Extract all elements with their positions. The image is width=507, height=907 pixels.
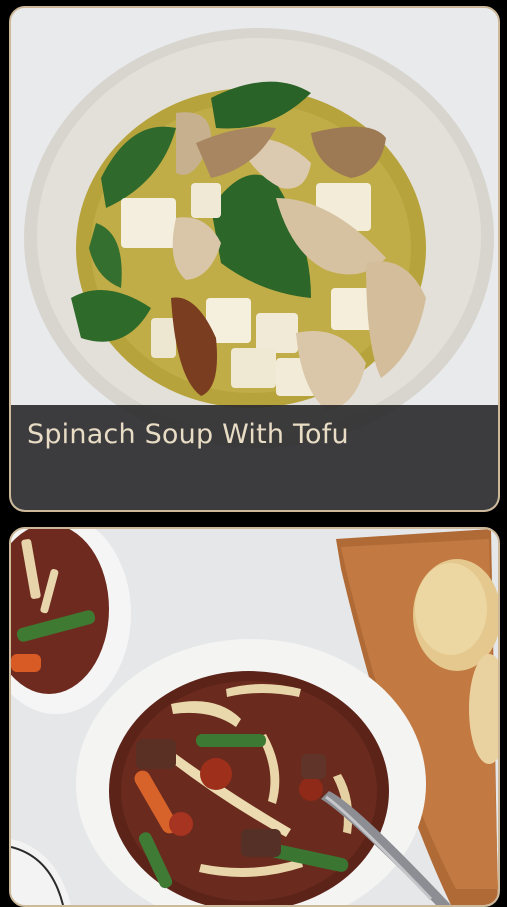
beef-noodle-soup-photo (11, 529, 498, 905)
recipe-card-spinach-soup[interactable]: Spinach Soup With Tofu (9, 6, 500, 512)
recipe-title: Spinach Soup With Tofu (27, 419, 349, 450)
recipe-title-overlay: Spinach Soup With Tofu (11, 405, 498, 510)
recipe-card-beef-soup[interactable] (9, 527, 500, 907)
